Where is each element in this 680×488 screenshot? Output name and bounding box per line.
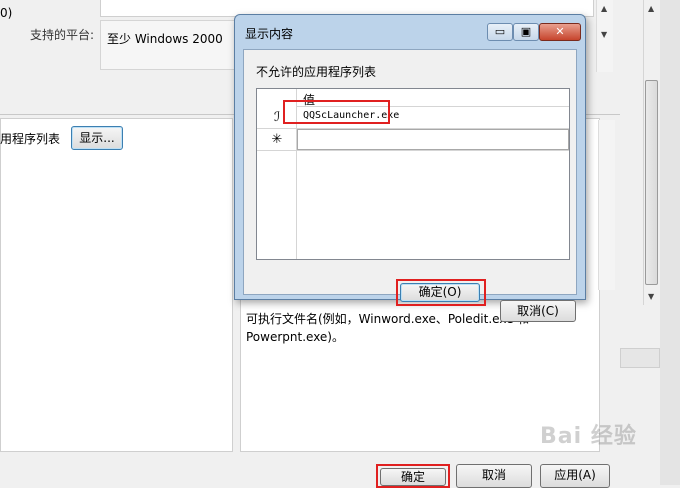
options-panel xyxy=(0,118,233,452)
show-contents-dialog: 显示内容 ▭ ▣ ✕ 不允许的应用程序列表 值 ℐ QQScLauncher.e… xyxy=(234,14,586,322)
new-row-asterisk-icon: ✳ xyxy=(271,132,283,147)
dialog-ok-button[interactable]: 确定(O) xyxy=(400,283,480,302)
show-button[interactable]: 显示... xyxy=(71,126,123,150)
scroll-down-icon[interactable]: ▼ xyxy=(601,30,607,39)
value-highlight-frame xyxy=(283,100,390,124)
close-icon[interactable]: ✕ xyxy=(539,23,581,41)
ok-button[interactable]: 确定 xyxy=(380,468,446,486)
dialog-title: 显示内容 xyxy=(245,27,294,41)
new-value-input[interactable] xyxy=(297,129,569,150)
platform-label: 支持的平台: xyxy=(30,28,95,42)
scroll-thumb[interactable] xyxy=(645,80,658,285)
platform-value: 至少 Windows 2000 xyxy=(107,32,223,46)
dialog-cancel-button[interactable]: 取消(C) xyxy=(500,300,576,322)
scroll-up-icon[interactable]: ▲ xyxy=(601,4,607,13)
dialog-ok-frame: 确定(O) xyxy=(396,279,486,306)
watermark-logo: Bai 经验 xyxy=(540,424,637,449)
cancel-button[interactable]: 取消 xyxy=(456,464,532,488)
top-left-fragment: 0) xyxy=(0,6,13,20)
scroll-down-icon[interactable]: ▼ xyxy=(648,292,654,301)
help-scrollbar[interactable] xyxy=(598,120,615,290)
resize-area xyxy=(620,348,660,368)
window-edge xyxy=(660,0,680,485)
dialog-body: 不允许的应用程序列表 值 ℐ QQScLauncher.exe ✳ 确定(O) … xyxy=(243,49,577,322)
ok-button-frame: 确定 xyxy=(376,464,450,488)
platform-scrollbar[interactable]: ▲ ▼ xyxy=(596,0,613,72)
apply-button[interactable]: 应用(A) xyxy=(540,464,610,488)
maximize-icon[interactable]: ▣ xyxy=(513,23,539,41)
option-label: 用程序列表 xyxy=(0,132,61,146)
list-heading: 不允许的应用程序列表 xyxy=(256,65,377,79)
minimize-icon[interactable]: ▭ xyxy=(487,23,513,41)
table-row-new[interactable]: ✳ xyxy=(257,129,569,151)
scroll-up-icon[interactable]: ▲ xyxy=(648,4,654,13)
help-line-2: Powerpnt.exe)。 xyxy=(246,330,344,344)
